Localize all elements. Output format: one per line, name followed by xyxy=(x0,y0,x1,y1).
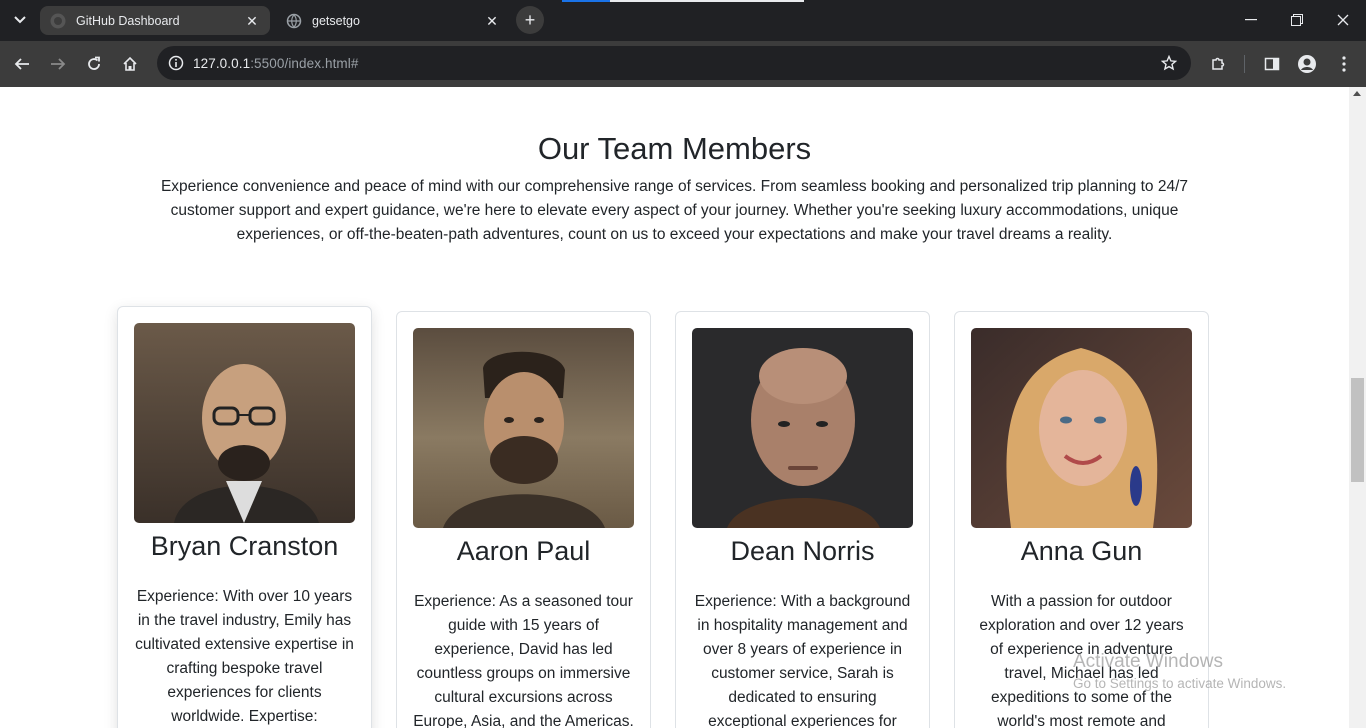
close-tab-icon[interactable]: ✕ xyxy=(244,13,260,29)
url-path: :5500/index.html# xyxy=(250,55,359,71)
extensions-puzzle-icon[interactable] xyxy=(1204,50,1232,78)
close-tab-icon[interactable]: ✕ xyxy=(484,13,500,29)
member-photo xyxy=(134,323,355,523)
reload-icon[interactable] xyxy=(80,50,108,78)
home-icon[interactable] xyxy=(116,50,144,78)
team-member-card[interactable]: Anna Gun With a passion for outdoor expl… xyxy=(954,311,1209,728)
team-member-card[interactable]: Aaron Paul Experience: As a seasoned tou… xyxy=(396,311,651,728)
profile-avatar-icon[interactable] xyxy=(1293,50,1321,78)
member-photo xyxy=(971,328,1192,528)
team-member-card[interactable]: Bryan Cranston Experience: With over 10 … xyxy=(117,306,372,728)
member-name: Bryan Cranston xyxy=(150,531,339,561)
tab-title: GitHub Dashboard xyxy=(76,13,180,28)
github-icon xyxy=(50,13,66,29)
side-panel-icon[interactable] xyxy=(1258,50,1286,78)
more-menu-icon[interactable] xyxy=(1330,50,1358,78)
minimize-window-icon[interactable] xyxy=(1239,8,1263,32)
scroll-up-arrow-icon[interactable] xyxy=(1353,91,1361,96)
browser-tab-bar: GitHub Dashboard ✕ getsetgo ✕ + xyxy=(0,0,1366,41)
member-name: Aaron Paul xyxy=(456,536,591,566)
browser-toolbar: 127.0.0.1:5500/index.html# xyxy=(0,41,1366,87)
close-window-icon[interactable] xyxy=(1331,8,1355,32)
page-scrollbar[interactable] xyxy=(1349,87,1366,728)
url-text: 127.0.0.1:5500/index.html# xyxy=(193,56,358,71)
url-host: 127.0.0.1 xyxy=(193,55,251,71)
member-photo xyxy=(692,328,913,528)
back-arrow-icon[interactable] xyxy=(8,50,36,78)
bookmark-star-icon[interactable] xyxy=(1159,53,1179,73)
new-tab-button[interactable]: + xyxy=(516,6,544,34)
forward-arrow-icon[interactable] xyxy=(44,50,72,78)
team-member-card[interactable]: Dean Norris Experience: With a backgroun… xyxy=(675,311,930,728)
toolbar-divider xyxy=(1244,55,1245,73)
globe-icon xyxy=(286,13,302,29)
member-name: Dean Norris xyxy=(730,536,875,566)
section-title: Our Team Members xyxy=(537,131,812,166)
site-info-icon[interactable] xyxy=(161,48,191,78)
tab-github-dashboard[interactable]: GitHub Dashboard ✕ xyxy=(40,6,270,35)
loading-indicator xyxy=(562,0,804,2)
address-bar[interactable]: 127.0.0.1:5500/index.html# xyxy=(157,46,1191,80)
member-description: Experience: As a seasoned tour guide wit… xyxy=(413,593,634,728)
tab-search-chevron-icon[interactable] xyxy=(8,8,32,32)
scrollbar-thumb[interactable] xyxy=(1351,378,1364,482)
tab-title: getsetgo xyxy=(312,13,360,28)
member-description: Experience: With a background in hospita… xyxy=(694,593,911,728)
restore-window-icon[interactable] xyxy=(1285,8,1309,32)
member-description: With a passion for outdoor exploration a… xyxy=(979,593,1184,728)
tab-getsetgo[interactable]: getsetgo ✕ xyxy=(276,6,510,35)
member-name: Anna Gun xyxy=(1020,536,1143,566)
member-photo xyxy=(413,328,634,528)
member-description: Experience: With over 10 years in the tr… xyxy=(135,588,354,725)
page-viewport: Our Team Members Experience convenience … xyxy=(0,87,1349,728)
section-description: Experience convenience and peace of mind… xyxy=(160,178,1189,243)
